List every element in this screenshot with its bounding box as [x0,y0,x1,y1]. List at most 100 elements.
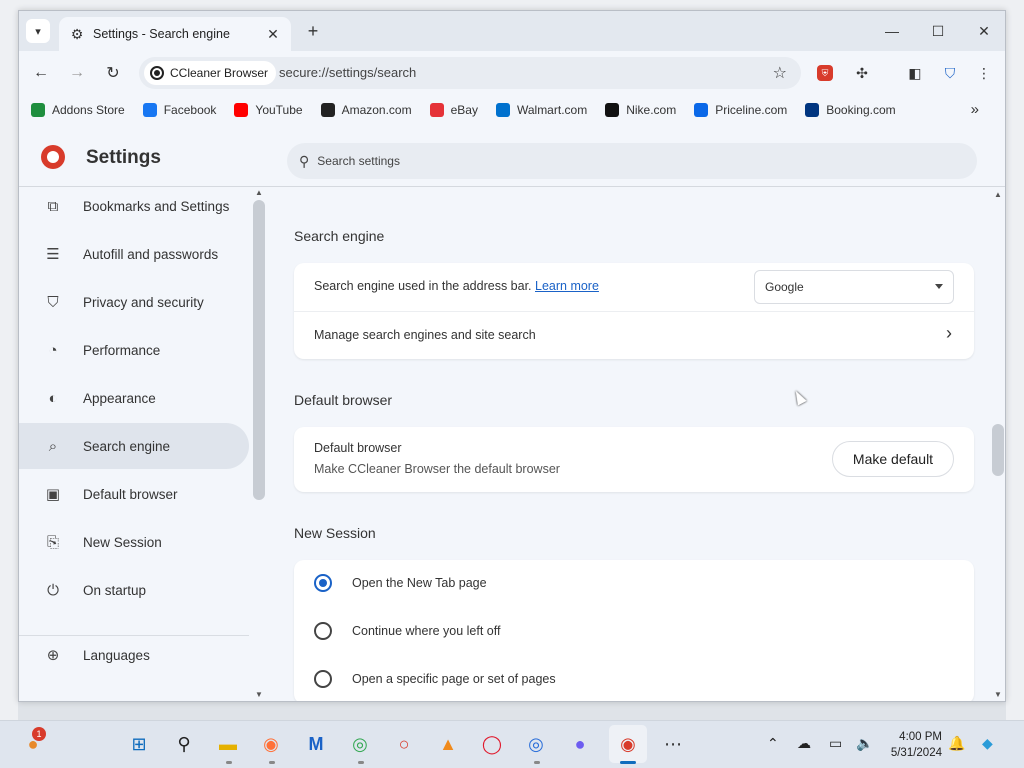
address-bar[interactable]: CCleaner Browser secure://settings/searc… [139,57,801,89]
browser-toolbar: ← → ↻ CCleaner Browser secure://settings… [19,51,1005,95]
sidebar-item-autofill-and-passwords[interactable]: ☰ Autofill and passwords [19,231,249,277]
sidebar-item-search-engine[interactable]: ⌕ Search engine [19,423,249,469]
chevron-right-icon[interactable]: › [946,323,952,344]
file-explorer-icon[interactable]: ▬ [215,731,241,757]
scroll-down-arrow-icon[interactable]: ▼ [994,690,1002,699]
bookmark-label: Facebook [163,103,217,117]
learn-more-link[interactable]: Learn more [535,279,599,293]
radio-label[interactable]: Open the New Tab page [352,576,487,590]
reload-button[interactable]: ↻ [101,61,125,85]
radio-button[interactable] [314,622,332,640]
radio-label[interactable]: Open a specific page or set of pages [352,672,556,686]
sidebar-item-privacy-and-security[interactable]: ⛉ Privacy and security [19,279,249,325]
dropdown-caret-icon [935,284,943,289]
scroll-down-arrow-icon[interactable]: ▼ [255,690,263,699]
palette-icon: ◐ [48,389,58,407]
clock-time: 4:00 PM [899,731,942,743]
ccleaner-browser-icon[interactable]: ◉ [615,731,641,757]
display-icon[interactable]: ▭ [829,735,842,752]
url-text[interactable]: secure://settings/search [279,65,416,80]
make-default-button[interactable]: Make default [832,441,954,477]
sidebar-item-performance[interactable]: ◔ Performance [19,327,249,373]
site-chip-label: CCleaner Browser [170,66,269,80]
chrome-beta-icon[interactable]: ◎ [523,731,549,757]
radio-button[interactable] [314,574,332,592]
sidebar-item-languages[interactable]: ⊕ Languages [19,632,249,678]
speedometer-icon: ◔ [48,341,58,359]
tab-settings[interactable]: ⚙ Settings - Search engine ✕ [59,17,291,51]
amazon-icon [320,103,335,117]
default-browser-card: Default browser Make CCleaner Browser th… [294,427,974,492]
scroll-up-arrow-icon[interactable]: ▲ [994,190,1002,199]
bookmark-star-icon[interactable]: ☆ [773,63,787,83]
opera-gx-icon[interactable]: ◯ [479,731,505,757]
bookmark-item[interactable]: YouTube [234,103,303,117]
menu-icon[interactable]: ⋮ [974,63,994,83]
windows-start-icon[interactable]: ⊞ [126,731,152,757]
browser-window: ▾ ⚙ Settings - Search engine ✕ + — ☐ ✕ ←… [18,10,1006,702]
main-scrollbar[interactable] [992,424,1004,476]
opera-icon[interactable]: ○ [391,731,417,757]
search-engine-card: Search engine used in the address bar. L… [294,263,974,359]
search-engine-select[interactable]: Google [754,270,954,304]
new-session-card: Open the New Tab page Continue where you … [294,560,974,701]
firefox-icon[interactable]: ◉ [258,731,284,757]
tab-search-button[interactable]: ▾ [26,19,50,43]
bookmark-item[interactable]: Nike.com [605,103,676,117]
maximize-button[interactable]: ☐ [915,19,961,43]
back-button[interactable]: ← [29,61,53,85]
extensions-icon[interactable]: ✣ [852,63,872,83]
system-clock[interactable]: 4:00 PM 5/31/2024 [891,729,942,761]
site-info-chip[interactable]: CCleaner Browser [144,61,277,85]
close-window-button[interactable]: ✕ [961,19,1005,43]
side-panel-icon[interactable]: ◧ [905,63,925,83]
sidebar-item-default-browser[interactable]: ▣ Default browser [19,471,249,517]
security-shield-icon[interactable]: ⛨ [817,65,833,81]
section-title-search-engine: Search engine [294,228,385,244]
settings-sidebar: ⊕ Languages ⏻ On startup ⎘ New Session ▣ Defaul… [19,188,267,701]
cloud-offline-icon[interactable]: ☁ [797,735,811,752]
minimize-button[interactable]: — [869,19,915,43]
youtube-icon [234,103,249,117]
ccleaner-browser-icon [150,66,164,80]
bookmark-label: Addons Store [52,103,125,117]
more-icon[interactable]: ⋯ [660,731,686,757]
sidebar-item-bookmarks-and-settings[interactable]: ⧉ Bookmarks and Settings [19,183,249,229]
chrome-icon[interactable]: ◎ [347,731,373,757]
manage-search-engines-label[interactable]: Manage search engines and site search [314,328,536,342]
malwarebytes-icon[interactable]: M [303,731,329,757]
forward-button[interactable]: → [65,61,89,85]
sidebar-item-new-session[interactable]: ⎘ New Session [19,519,249,565]
sidebar-scrollbar[interactable] [253,200,265,500]
bookmark-item[interactable]: Walmart.com [495,103,587,117]
scroll-up-arrow-icon[interactable]: ▲ [255,188,263,197]
bookmark-item[interactable]: Amazon.com [320,103,412,117]
vlc-icon[interactable]: ▲ [435,731,461,757]
speaker-icon[interactable]: 🔈 [856,735,873,752]
bookmarks-overflow-icon[interactable]: » [971,101,979,118]
bookmark-item[interactable]: Booking.com [805,103,896,117]
running-indicator [269,761,275,764]
radio-button[interactable] [314,670,332,688]
search-settings-input[interactable]: ⚲ Search settings [287,143,977,179]
bookmark-item[interactable]: Addons Store [31,103,125,117]
bookmark-item[interactable]: eBay [429,103,478,117]
sidebar-item-label: New Session [83,534,162,550]
sidebar-item-on-startup[interactable]: ⏻ On startup [19,567,249,613]
settings-main: Search engine Search engine used in the … [267,188,1005,701]
chevron-up-icon[interactable]: ⌃ [767,735,779,752]
bell-icon[interactable]: 🔔 [948,735,965,752]
browser-icon[interactable]: ● [567,731,593,757]
bookmark-label: Nike.com [626,103,677,117]
desktop-left-strip [0,0,18,720]
bookmark-item[interactable]: Priceline.com [694,103,787,117]
sidebar-item-appearance[interactable]: ◐ Appearance [19,375,249,421]
radio-label[interactable]: Continue where you left off [352,624,500,638]
new-tab-button[interactable]: + [301,19,325,43]
bookmark-item[interactable]: Facebook [142,103,217,117]
privacy-guard-icon[interactable]: ⛉ [940,63,960,83]
search-icon[interactable]: ⚲ [171,731,197,757]
close-icon[interactable]: ✕ [265,26,281,43]
copilot-icon[interactable]: ◆ [982,735,993,752]
booking-icon [805,103,820,117]
